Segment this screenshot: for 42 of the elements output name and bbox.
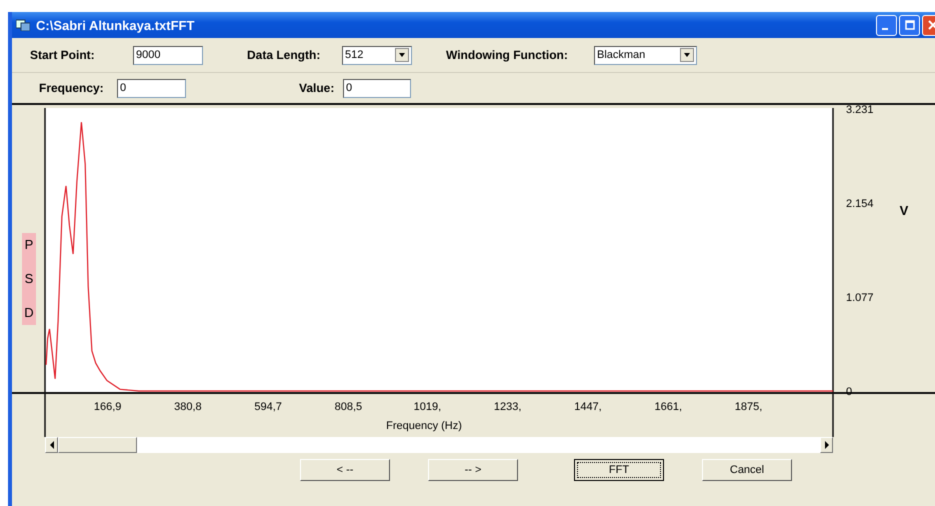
horizontal-scrollbar[interactable]	[45, 437, 833, 453]
field-label: Frequency:	[39, 81, 105, 95]
x-tick-label: 1447,	[574, 401, 602, 413]
x-tick-label: 1233,	[494, 401, 522, 413]
x-tick-label: 1019,	[414, 401, 442, 413]
app-icon	[16, 19, 30, 31]
dropdown[interactable]: 512	[342, 46, 412, 64]
left-arrow-icon	[48, 441, 54, 449]
maximize-button[interactable]	[899, 14, 920, 36]
dropdown[interactable]: Blackman	[594, 46, 697, 64]
x-tick-label: 594,7	[254, 401, 282, 413]
maximize-icon	[904, 20, 914, 30]
y-axis-label: PSD	[22, 233, 36, 325]
x-axis-title: Frequency (Hz)	[386, 420, 462, 432]
y-tick-label: 3.231	[846, 104, 874, 116]
unit-label: V	[900, 203, 908, 218]
scroll-thumb[interactable]	[58, 437, 137, 453]
field-label: Windowing Function:	[446, 48, 569, 62]
x-tick-label: 166,9	[94, 401, 122, 413]
x-tick-label: 1661,	[654, 401, 682, 413]
field-label: Value:	[299, 81, 336, 95]
scroll-left-button[interactable]	[45, 437, 58, 453]
x-tick-label: 808,5	[334, 401, 362, 413]
x-tick-label: 380,8	[174, 401, 202, 413]
minimize-button[interactable]	[876, 14, 897, 36]
close-icon	[928, 20, 935, 30]
dialog-button[interactable]: -- >	[428, 459, 518, 481]
right-arrow-icon	[824, 441, 830, 449]
y-tick-label: 1.077	[846, 292, 874, 304]
minimize-icon	[882, 28, 888, 30]
field-label: Start Point:	[30, 48, 96, 62]
dialog-button[interactable]: FFT	[574, 459, 664, 481]
text-field[interactable]: 9000	[133, 46, 203, 64]
dialog-button[interactable]: Cancel	[702, 459, 792, 481]
text-field[interactable]: 0	[117, 78, 186, 98]
y-tick-label: 2.154	[846, 198, 874, 210]
scroll-right-button[interactable]	[820, 437, 833, 453]
window-title: C:\Sabri Altunkaya.txtFFT	[36, 18, 194, 32]
field-label: Data Length:	[247, 48, 322, 62]
x-tick-label: 1875,	[734, 401, 762, 413]
dialog-button[interactable]: < --	[300, 459, 390, 481]
text-field[interactable]: 0	[343, 78, 411, 98]
